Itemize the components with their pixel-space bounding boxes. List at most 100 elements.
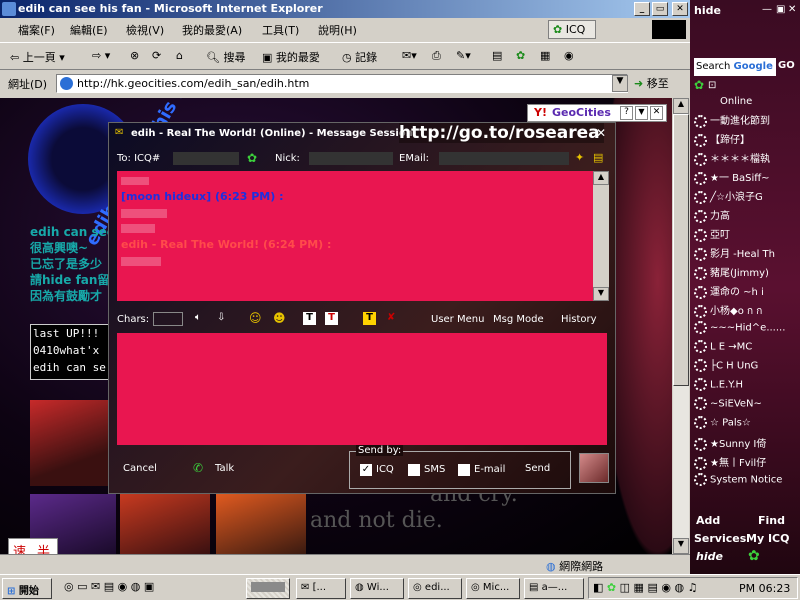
- email-checkbox[interactable]: [458, 464, 470, 476]
- contact-item[interactable]: ★Sunny Ⅰ倚: [694, 435, 766, 451]
- contact-item[interactable]: ☆ Pals☆: [694, 416, 751, 429]
- contact-item[interactable]: ★一 BaSiff~: [694, 169, 770, 185]
- geocities-help-button[interactable]: ?: [620, 106, 633, 120]
- address-input[interactable]: http://hk.geocities.com/edih_san/edih.ht…: [56, 74, 628, 93]
- taskbar-item[interactable]: ◎ edi...: [408, 578, 462, 599]
- media-icon[interactable]: ◉: [118, 580, 128, 593]
- ie-icon[interactable]: ◎: [64, 580, 74, 593]
- icq-checkbox[interactable]: ✓: [360, 464, 372, 476]
- my-icq-button[interactable]: My ICQ: [746, 532, 789, 545]
- google-go-button[interactable]: GO: [778, 60, 795, 71]
- tray-icon[interactable]: ◉: [661, 581, 671, 594]
- font-icon[interactable]: T: [303, 312, 316, 325]
- start-button[interactable]: ⊞ 開始: [2, 578, 52, 599]
- go-button[interactable]: ➜ 移至: [634, 75, 669, 91]
- emoticon-icon[interactable]: ☻: [273, 311, 286, 325]
- maximize-button[interactable]: ▭: [652, 2, 668, 16]
- sound-icon[interactable]: 🔈︎: [195, 312, 201, 323]
- scroll-down-button[interactable]: ▼: [673, 538, 689, 554]
- address-dropdown-button[interactable]: ▼: [612, 75, 628, 92]
- quick-button[interactable]: 半: [37, 541, 50, 554]
- contact-item[interactable]: 豬尾(Jimmy): [694, 264, 769, 280]
- talk-button[interactable]: Talk: [215, 463, 234, 474]
- contact-item[interactable]: 力高: [694, 207, 730, 223]
- find-button[interactable]: Find: [758, 514, 785, 527]
- contact-item[interactable]: L.E.Y.H: [694, 378, 743, 391]
- tray-icon[interactable]: ◍: [674, 581, 684, 594]
- font-color-icon[interactable]: T: [325, 312, 338, 325]
- refresh-icon[interactable]: ⟳: [152, 49, 161, 62]
- title-bar[interactable]: edih can see his fan - Microsoft Interne…: [0, 0, 690, 18]
- icq-close-button[interactable]: ✕: [788, 4, 796, 15]
- user-info-icon[interactable]: ▤: [593, 151, 603, 164]
- minimize-button[interactable]: _: [634, 2, 650, 16]
- outlook-icon[interactable]: ✉: [91, 580, 100, 593]
- contact-item[interactable]: System Notice: [694, 473, 782, 486]
- message-history-pane[interactable]: [moon hideux] (6:23 PM) : edih - Real Th…: [117, 171, 593, 301]
- icq-flower-icon[interactable]: ✿: [748, 548, 760, 564]
- user-menu-button[interactable]: User Menu: [431, 314, 484, 325]
- contact-item[interactable]: L E →MC: [694, 340, 752, 353]
- forward-button[interactable]: ⇨ ▾: [92, 49, 110, 62]
- contact-item[interactable]: ＊＊＊＊檔執: [694, 150, 770, 166]
- messenger-icon[interactable]: ▦: [540, 49, 550, 62]
- download-icon[interactable]: ⇩: [217, 312, 225, 323]
- menu-edit[interactable]: 編輯(E): [70, 22, 108, 38]
- contact-item[interactable]: 影月 -Heal Th: [694, 245, 775, 261]
- folder-icon[interactable]: ▤: [104, 580, 114, 593]
- msg-mode-button[interactable]: Msg Mode: [493, 314, 544, 325]
- tray-icon[interactable]: ▦: [634, 581, 644, 594]
- close-button[interactable]: ✕: [672, 2, 688, 16]
- taskbar-item-active[interactable]: [246, 578, 290, 599]
- google-search-box[interactable]: Search Google: [694, 58, 776, 76]
- contact-item[interactable]: 運命の ~h i: [694, 283, 764, 299]
- history-scroll-down[interactable]: ▼: [593, 287, 609, 301]
- sms-checkbox[interactable]: [408, 464, 420, 476]
- contact-item[interactable]: ★無丨Fvil仔: [694, 454, 766, 470]
- desktop-icon[interactable]: ▭: [77, 580, 87, 593]
- favorites-button[interactable]: ▣ 我的最愛: [262, 49, 320, 65]
- taskbar-item[interactable]: ✉ [...: [296, 578, 346, 599]
- scroll-up-button[interactable]: ▲: [673, 98, 689, 114]
- mail-icon[interactable]: ✉▾: [402, 49, 417, 62]
- lightbulb-icon[interactable]: ✦: [575, 151, 584, 164]
- contact-item[interactable]: 一動進化節到: [694, 112, 770, 128]
- clear-format-icon[interactable]: ✘: [387, 312, 395, 323]
- history-button[interactable]: ◷ 記錄: [342, 49, 377, 65]
- edit-icon[interactable]: ✎▾: [456, 49, 471, 62]
- quick-button[interactable]: 速: [13, 541, 26, 554]
- icq-tray-icon[interactable]: ✿: [607, 581, 616, 594]
- icq-toolbar-button[interactable]: ✿ ICQ: [548, 20, 596, 39]
- home-icon[interactable]: ⌂: [176, 49, 183, 62]
- tray-icon[interactable]: ◫: [620, 581, 630, 594]
- menu-tools[interactable]: 工具(T): [262, 22, 299, 38]
- stop-icon[interactable]: ⊗: [130, 49, 139, 62]
- cancel-button[interactable]: Cancel: [123, 463, 157, 474]
- icq-icon[interactable]: ✿: [516, 49, 525, 62]
- contact-item[interactable]: 小杨◆o ก ก: [694, 302, 762, 319]
- scroll-thumb[interactable]: [673, 114, 689, 386]
- taskbar-item[interactable]: ▤ a—...: [524, 578, 584, 599]
- tray-icon[interactable]: ◧: [593, 581, 603, 594]
- discuss-icon[interactable]: ▤: [492, 49, 502, 62]
- taskbar-item[interactable]: ◍ Wi...: [350, 578, 404, 599]
- send-button[interactable]: Send: [525, 463, 550, 474]
- volume-icon[interactable]: ♫: [688, 581, 698, 594]
- contact-item[interactable]: ~~~Hid^e......: [694, 321, 785, 334]
- contact-item[interactable]: ╱☆小浪子G: [694, 188, 763, 204]
- tray-icon[interactable]: ▤: [647, 581, 657, 594]
- page-scrollbar[interactable]: ▲ ▼: [672, 98, 689, 554]
- history-scrollbar[interactable]: ▲ ▼: [593, 171, 609, 301]
- icq-minimize-button[interactable]: —: [762, 4, 772, 15]
- contact-item[interactable]: 亞叮: [694, 226, 730, 242]
- contact-item[interactable]: ~SiEVeN~: [694, 397, 762, 410]
- contact-item[interactable]: 【蹄仔】: [694, 131, 750, 147]
- menu-view[interactable]: 檢視(V): [126, 22, 164, 38]
- menu-file[interactable]: 檔案(F): [18, 22, 55, 38]
- geocities-close-button[interactable]: ✕: [650, 106, 663, 120]
- print-icon[interactable]: ⎙: [432, 49, 441, 63]
- geocities-collapse-button[interactable]: ▼: [635, 106, 648, 120]
- compose-input[interactable]: [117, 333, 607, 445]
- icq-maximize-button[interactable]: ▣: [776, 4, 785, 15]
- message-close-button[interactable]: ✕: [596, 126, 606, 140]
